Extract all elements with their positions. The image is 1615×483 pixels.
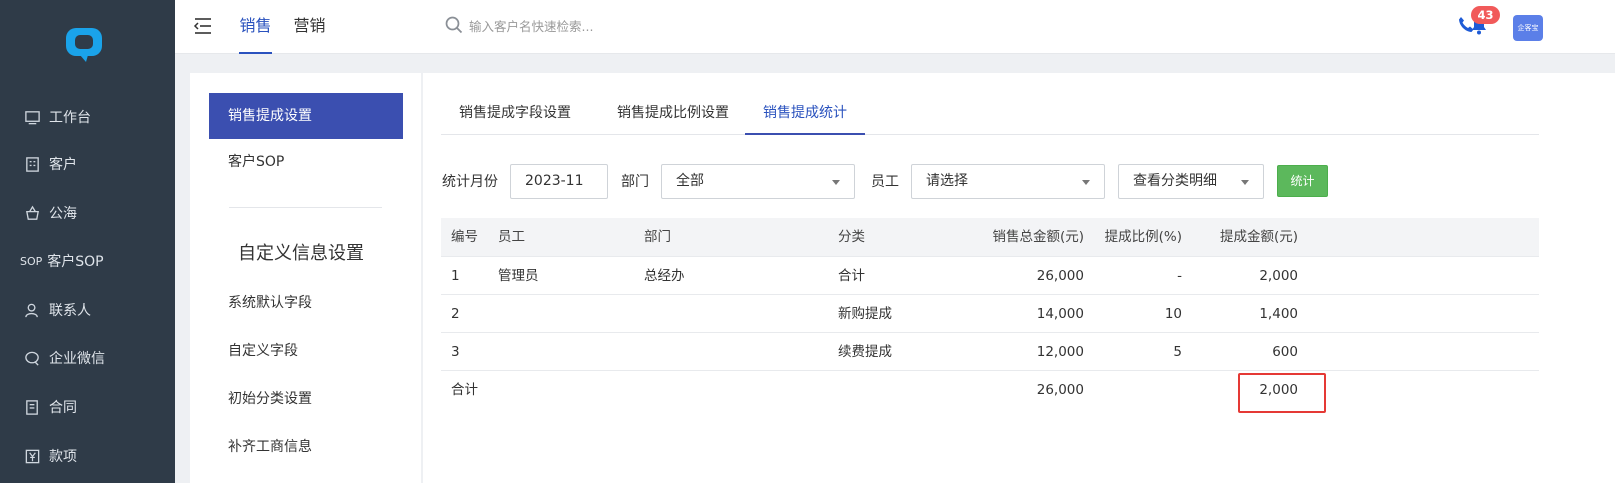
cell-commission: 2,000 — [1259, 268, 1298, 284]
cell-department: 总经办 — [644, 268, 685, 284]
settings-item-default-fields[interactable]: 系统默认字段 — [209, 280, 403, 326]
staff-select-value: 请选择 — [926, 173, 968, 189]
department-select-value: 全部 — [676, 173, 704, 189]
nav-item-label: 企业微信 — [49, 351, 105, 367]
chat-icon — [22, 348, 42, 368]
cell-commission: 600 — [1272, 344, 1298, 360]
basket-icon — [22, 203, 42, 223]
sop-icon: SOP — [20, 254, 43, 268]
top-tab-marketing[interactable]: 营销 — [293, 0, 326, 54]
cell-rate: 10 — [1164, 306, 1182, 322]
yuan-icon — [22, 446, 42, 466]
main-nav: 工作台 客户 公海 SOP 客户SOP 联系人 企业微信 合同 款项 — [0, 0, 175, 483]
department-label: 部门 — [621, 174, 649, 190]
chat-bubble-logo-icon — [66, 28, 102, 62]
cell-rate: 5 — [1173, 344, 1182, 360]
statistics-button[interactable]: 统计 — [1277, 165, 1328, 197]
app-logo[interactable] — [64, 26, 106, 64]
chevron-down-icon — [1241, 180, 1249, 185]
nav-item-customer-sop[interactable]: SOP 客户SOP — [0, 243, 175, 279]
settings-divider — [229, 207, 382, 208]
tab-commission-stats[interactable]: 销售提成统计 — [745, 91, 865, 135]
summary-sales-total: 26,000 — [1036, 382, 1084, 398]
cell-category: 新购提成 — [838, 306, 892, 322]
search-icon — [444, 15, 464, 35]
table-header-row: 编号 员工 部门 分类 销售总金额(元) 提成比例(%) 提成金额(元) — [441, 218, 1539, 257]
table-row: 3 续费提成 12,000 5 600 — [441, 333, 1539, 371]
cell-number: 2 — [451, 306, 460, 322]
column-header-number: 编号 — [451, 229, 478, 245]
column-header-staff: 员工 — [498, 229, 525, 245]
commission-table: 编号 员工 部门 分类 销售总金额(元) 提成比例(%) 提成金额(元) 1 管… — [441, 218, 1539, 409]
column-header-category: 分类 — [838, 229, 865, 245]
settings-sidebar: 销售提成设置 客户SOP 自定义信息设置 系统默认字段 自定义字段 初始分类设置… — [190, 73, 421, 483]
tab-commission-rates[interactable]: 销售提成比例设置 — [599, 91, 747, 135]
customer-search-input[interactable] — [469, 14, 769, 38]
nav-item-customers[interactable]: 客户 — [0, 146, 175, 182]
settings-section-title: 自定义信息设置 — [238, 243, 364, 264]
month-picker[interactable]: 2023-11 — [510, 164, 608, 199]
notification-badge: 43 — [1471, 6, 1500, 24]
column-header-sales-total: 销售总金额(元) — [992, 229, 1084, 245]
nav-item-contracts[interactable]: 合同 — [0, 389, 175, 425]
nav-item-label: 款项 — [49, 449, 77, 465]
category-detail-select[interactable]: 查看分类明细 — [1118, 164, 1264, 199]
cell-category: 合计 — [838, 268, 865, 284]
monitor-icon — [22, 107, 42, 127]
top-header: 销售 营销 43 企客宝 — [175, 0, 1615, 54]
contract-icon — [22, 397, 42, 417]
nav-item-label: 联系人 — [49, 303, 91, 319]
chevron-down-icon — [832, 180, 840, 185]
nav-item-public-pool[interactable]: 公海 — [0, 195, 175, 231]
nav-item-workbench[interactable]: 工作台 — [0, 99, 175, 135]
nav-item-label: 工作台 — [49, 110, 91, 126]
nav-item-wecom[interactable]: 企业微信 — [0, 340, 175, 376]
column-header-rate: 提成比例(%) — [1104, 229, 1182, 245]
cell-rate: - — [1177, 268, 1182, 284]
menu-collapse-icon[interactable] — [192, 15, 214, 37]
cell-number: 3 — [451, 344, 460, 360]
avatar[interactable]: 企客宝 — [1513, 15, 1543, 41]
cell-sales-total: 12,000 — [1036, 344, 1084, 360]
cell-sales-total: 14,000 — [1036, 306, 1084, 322]
commission-tabs: 销售提成字段设置 销售提成比例设置 销售提成统计 — [441, 91, 1539, 135]
column-header-department: 部门 — [644, 229, 671, 245]
settings-item-sales-commission[interactable]: 销售提成设置 — [209, 93, 403, 139]
settings-item-business-info[interactable]: 补齐工商信息 — [209, 424, 403, 470]
column-header-commission: 提成金额(元) — [1219, 229, 1298, 245]
top-tab-sales[interactable]: 销售 — [239, 0, 272, 54]
staff-select[interactable]: 请选择 — [911, 164, 1105, 199]
settings-item-custom-fields[interactable]: 自定义字段 — [209, 328, 403, 374]
highlight-box — [1238, 373, 1326, 413]
cell-category: 续费提成 — [838, 344, 892, 360]
summary-label: 合计 — [451, 382, 478, 398]
department-select[interactable]: 全部 — [661, 164, 855, 199]
table-row: 2 新购提成 14,000 10 1,400 — [441, 295, 1539, 333]
table-row: 1 管理员 总经办 合计 26,000 - 2,000 — [441, 257, 1539, 295]
category-detail-value: 查看分类明细 — [1133, 173, 1217, 189]
table-summary-row: 合计 26,000 2,000 — [441, 371, 1539, 409]
nav-item-contacts[interactable]: 联系人 — [0, 292, 175, 328]
cell-number: 1 — [451, 268, 460, 284]
cell-commission: 1,400 — [1259, 306, 1298, 322]
tab-commission-fields[interactable]: 销售提成字段设置 — [441, 91, 589, 135]
cell-sales-total: 26,000 — [1036, 268, 1084, 284]
building-icon — [22, 154, 42, 174]
month-label: 统计月份 — [442, 174, 498, 190]
settings-item-initial-categories[interactable]: 初始分类设置 — [209, 376, 403, 422]
nav-item-label: 客户SOP — [47, 254, 104, 270]
nav-item-payments[interactable]: 款项 — [0, 438, 175, 474]
user-icon — [22, 300, 42, 320]
nav-item-label: 公海 — [49, 206, 77, 222]
cell-staff: 管理员 — [498, 268, 539, 284]
main-panel: 销售提成字段设置 销售提成比例设置 销售提成统计 统计月份 2023-11 部门… — [423, 73, 1615, 483]
nav-item-label: 合同 — [49, 400, 77, 416]
settings-item-customer-sop[interactable]: 客户SOP — [209, 139, 403, 185]
staff-label: 员工 — [871, 174, 899, 190]
nav-item-label: 客户 — [49, 157, 77, 173]
chevron-down-icon — [1082, 180, 1090, 185]
